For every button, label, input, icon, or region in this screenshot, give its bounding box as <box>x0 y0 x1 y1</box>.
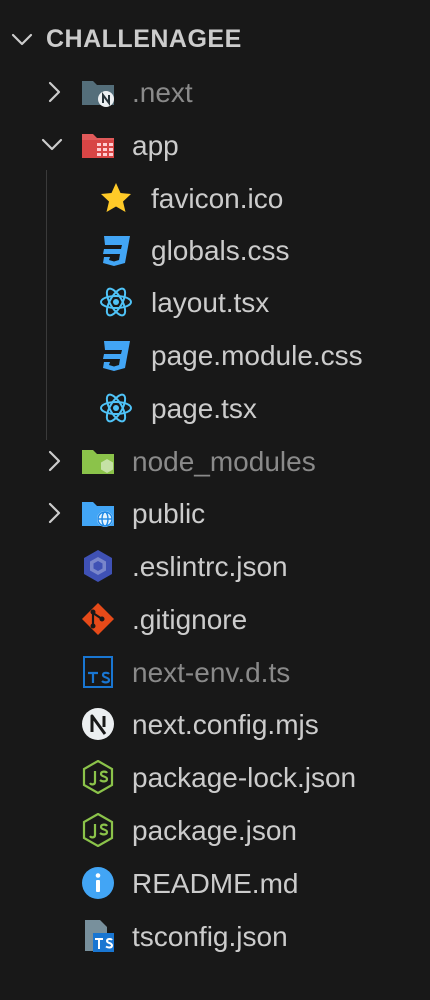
tree-item-package-json-file[interactable]: package.json <box>0 804 430 856</box>
tree-item-label: node_modules <box>132 446 316 477</box>
tree-item-label: public <box>132 498 206 529</box>
tree-item-label: .gitignore <box>132 604 248 635</box>
nodejs-icon <box>82 760 114 794</box>
tree-item-eslintrc-file[interactable]: .eslintrc.json <box>0 540 430 592</box>
tree-item-label: layout.tsx <box>151 287 270 318</box>
chevron-down-icon <box>41 138 63 151</box>
chevron-down-icon <box>11 33 33 46</box>
chevron-right-icon <box>48 81 61 103</box>
tree-item-label: app <box>132 130 179 161</box>
tree-item-package-lock-file[interactable]: package-lock.json <box>0 751 430 803</box>
tree-item-tsconfig-file[interactable]: tsconfig.json <box>0 910 430 962</box>
eslint-icon <box>84 550 112 582</box>
chevron-right-icon <box>48 502 61 524</box>
tree-item-label: README.md <box>132 868 299 899</box>
tree-item-label: next.config.mjs <box>132 709 319 740</box>
tree-item-next-folder[interactable]: .next <box>0 66 430 118</box>
folder-next-icon <box>82 81 114 107</box>
tree-item-label: .eslintrc.json <box>132 551 288 582</box>
tree-item-label: .next <box>132 77 193 108</box>
tree-item-label: globals.css <box>151 235 290 266</box>
tree-item-next-config-file[interactable]: next.config.mjs <box>0 698 430 750</box>
star-icon <box>101 183 131 212</box>
nodejs-icon <box>82 813 114 847</box>
tree-item-page-module-css-file[interactable]: page.module.css <box>0 329 430 381</box>
tree-item-label: favicon.ico <box>151 183 284 214</box>
folder-node-icon <box>82 450 114 474</box>
explorer-title: CHALLENAGEE <box>46 25 242 53</box>
chevron-right-icon <box>48 450 61 472</box>
tree-item-node-modules-folder[interactable]: node_modules <box>0 435 430 487</box>
ts-icon <box>83 656 113 688</box>
css-icon <box>103 341 130 371</box>
git-icon <box>82 603 114 635</box>
folder-app-icon <box>82 134 114 158</box>
file-explorer: CHALLENAGEE .next app favicon.ico global… <box>0 0 430 1000</box>
react-icon <box>100 287 132 317</box>
tree-item-app-folder[interactable]: app <box>0 119 430 171</box>
tree-item-label: package.json <box>132 815 298 846</box>
tree-item-label: page.module.css <box>151 340 363 371</box>
tree-item-gitignore-file[interactable]: .gitignore <box>0 593 430 645</box>
tsconfig-icon <box>85 920 114 952</box>
tree-item-globals-css-file[interactable]: globals.css <box>0 224 430 276</box>
folder-public-icon <box>82 502 114 527</box>
explorer-section-header[interactable]: CHALLENAGEE <box>0 13 430 65</box>
tree-item-label: page.tsx <box>151 393 257 424</box>
tree-item-public-folder[interactable]: public <box>0 487 430 539</box>
info-icon <box>82 867 114 899</box>
next-icon <box>82 708 114 740</box>
tree-item-page-tsx-file[interactable]: page.tsx <box>0 382 430 434</box>
tree-item-next-env-file[interactable]: next-env.d.ts <box>0 646 430 698</box>
tree-item-favicon-file[interactable]: favicon.ico <box>0 172 430 224</box>
css-icon <box>103 236 130 266</box>
tree-item-readme-file[interactable]: README.md <box>0 857 430 909</box>
tree-item-layout-tsx-file[interactable]: layout.tsx <box>0 276 430 328</box>
tree-item-label: next-env.d.ts <box>132 657 291 688</box>
tree-item-label: package-lock.json <box>132 762 357 793</box>
tree-item-label: tsconfig.json <box>132 921 288 952</box>
react-icon <box>100 393 132 423</box>
